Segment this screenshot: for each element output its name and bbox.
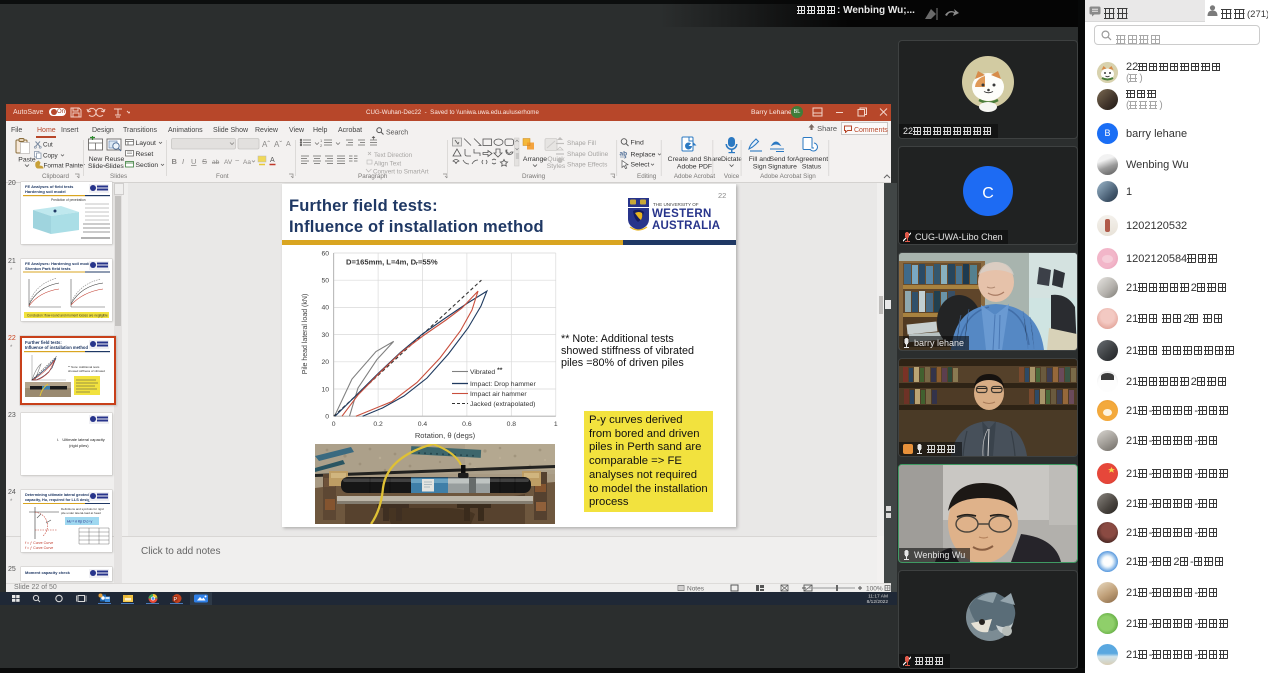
svg-text:Layout: Layout xyxy=(136,140,157,147)
svg-text:ab: ab xyxy=(620,151,628,158)
svg-text:Adobe PDF: Adobe PDF xyxy=(677,163,712,170)
svg-text:Hu = n Kp D L² γ: Hu = n Kp D L² γ xyxy=(67,520,92,524)
svg-text:Quick: Quick xyxy=(547,156,565,163)
svg-text:Select: Select xyxy=(631,162,650,169)
svg-text:2: 2 xyxy=(320,143,323,148)
svg-text:Clipboard: Clipboard xyxy=(42,173,69,180)
svg-text:Editing: Editing xyxy=(637,173,657,180)
svg-text:C: C xyxy=(982,185,994,202)
svg-text:0.2: 0.2 xyxy=(373,421,383,428)
svg-text:0: 0 xyxy=(325,414,329,421)
svg-text:1: 1 xyxy=(554,421,558,428)
svg-text:Create and Share: Create and Share xyxy=(668,156,722,163)
svg-text:i. Ultimate lateral capacity: i. Ultimate lateral capacity xyxy=(57,437,105,442)
svg-text:WESTERN: WESTERN xyxy=(652,208,712,220)
svg-text:~: ~ xyxy=(235,156,240,165)
svg-text:Shape Outline: Shape Outline xyxy=(567,151,609,158)
svg-text:Reset: Reset xyxy=(136,151,154,158)
svg-text:0.4: 0.4 xyxy=(418,421,428,428)
svg-text:Voice: Voice xyxy=(724,173,740,180)
svg-text:11:17 AM: 11:17 AM xyxy=(868,594,888,600)
svg-text:Moment capacity check: Moment capacity check xyxy=(25,570,71,575)
svg-text:0.6: 0.6 xyxy=(462,421,472,428)
svg-text:Slide: Slide xyxy=(88,163,103,170)
svg-text:Pile head lateral load (kN): Pile head lateral load (kN) xyxy=(302,294,309,375)
svg-text:I: I xyxy=(182,157,184,166)
svg-text:Arrange: Arrange xyxy=(523,156,547,163)
svg-text:AV: AV xyxy=(224,159,233,166)
svg-text:Text Direction: Text Direction xyxy=(374,152,413,159)
svg-text:Format Painter: Format Painter xyxy=(44,163,86,170)
svg-text:Fill and: Fill and xyxy=(749,156,771,163)
svg-text:AUSTRALIA: AUSTRALIA xyxy=(652,220,720,232)
svg-text:D=165mm, L=4m, Dᵣ=55%: D=165mm, L=4m, Dᵣ=55% xyxy=(346,258,438,267)
svg-text:Determining ultimate lateral g: Determining ultimate lateral geotechnica… xyxy=(25,493,99,497)
svg-text:Agreement: Agreement xyxy=(795,156,828,163)
svg-text:S: S xyxy=(202,157,207,166)
svg-text:Shape Effects: Shape Effects xyxy=(567,162,608,169)
svg-text:Adobe Acrobat Sign: Adobe Acrobat Sign xyxy=(760,173,816,180)
svg-text:Adobe Acrobat: Adobe Acrobat xyxy=(674,173,716,180)
svg-text:20: 20 xyxy=(321,359,329,366)
svg-text:Drawing: Drawing xyxy=(522,173,546,180)
svg-text:0: 0 xyxy=(332,421,336,428)
svg-text:Find: Find xyxy=(631,140,644,147)
svg-text:showed stiffness of vibrated: showed stiffness of vibrated xyxy=(68,369,105,373)
svg-text:Hardening soil model: Hardening soil model xyxy=(25,189,66,194)
svg-text:Vibrated **: Vibrated ** xyxy=(470,367,503,376)
svg-text:8/12/2022: 8/12/2022 xyxy=(867,599,889,605)
svg-text:Cut: Cut xyxy=(43,142,53,149)
svg-text:Impact: Drop hammer: Impact: Drop hammer xyxy=(470,381,536,388)
svg-text:Send for: Send for xyxy=(770,156,796,163)
svg-text:60: 60 xyxy=(321,250,329,257)
svg-text:Copy: Copy xyxy=(43,153,59,160)
svg-text:New: New xyxy=(89,156,103,163)
svg-text:Shape Fill: Shape Fill xyxy=(567,140,596,147)
svg-text:THE UNIVERSITY OF: THE UNIVERSITY OF xyxy=(653,202,699,207)
svg-text:Prediction of penetration: Prediction of penetration xyxy=(51,198,86,202)
svg-text:Signature: Signature xyxy=(768,163,797,170)
svg-text:Reuse: Reuse xyxy=(105,156,125,163)
svg-text:Replace: Replace xyxy=(631,151,656,158)
svg-text:ab: ab xyxy=(212,159,220,166)
svg-text:f = ƒ Curve Curve: f = ƒ Curve Curve xyxy=(25,541,53,545)
svg-text:Aˇ: Aˇ xyxy=(274,140,282,149)
svg-text:10: 10 xyxy=(321,386,329,393)
svg-text:Aa: Aa xyxy=(243,159,251,166)
svg-text:Paragraph: Paragraph xyxy=(358,173,388,180)
svg-text:Slides: Slides xyxy=(105,163,124,170)
svg-text:U: U xyxy=(191,157,196,166)
svg-text:A: A xyxy=(270,157,275,164)
svg-text:Font: Font xyxy=(216,173,229,180)
svg-text:50: 50 xyxy=(321,278,329,285)
svg-text:capacity, Hu, required for LLS: capacity, Hu, required for LLS design xyxy=(25,498,93,502)
svg-text:(rigid piles): (rigid piles) xyxy=(69,443,89,448)
svg-text:B: B xyxy=(172,157,178,166)
svg-text:Aˆ: Aˆ xyxy=(262,140,270,149)
svg-text:Paste: Paste xyxy=(18,157,36,164)
svg-text:0.8: 0.8 xyxy=(507,421,517,428)
svg-text:P: P xyxy=(174,597,178,603)
svg-text:Rotation, θ (degs): Rotation, θ (degs) xyxy=(415,431,476,440)
svg-text:Align Text: Align Text xyxy=(374,161,401,168)
svg-text:Shenton Park field tests: Shenton Park field tests xyxy=(25,266,71,271)
svg-text:f = ƒ Curve Curve: f = ƒ Curve Curve xyxy=(25,546,53,550)
svg-text:Influence of installation meth: Influence of installation method xyxy=(25,345,88,350)
svg-text:Conclusion: flow-round and mom: Conclusion: flow-round and moment losses… xyxy=(27,314,108,318)
svg-text:A: A xyxy=(286,141,291,148)
svg-text:Section: Section xyxy=(136,162,159,169)
svg-text:Styles: Styles xyxy=(547,163,566,170)
svg-text:Sign: Sign xyxy=(753,163,767,170)
svg-text:Slides: Slides xyxy=(110,173,127,180)
svg-text:pile under lateral-load at hea: pile under lateral-load at head xyxy=(61,511,101,515)
svg-text:Impact air hammer: Impact air hammer xyxy=(470,391,527,398)
svg-text:Jacked (extrapolated): Jacked (extrapolated) xyxy=(470,401,535,408)
svg-text:30: 30 xyxy=(321,332,329,339)
svg-text:40: 40 xyxy=(321,305,329,312)
svg-text:Dictate: Dictate xyxy=(721,156,742,163)
svg-text:Status: Status xyxy=(802,163,822,170)
